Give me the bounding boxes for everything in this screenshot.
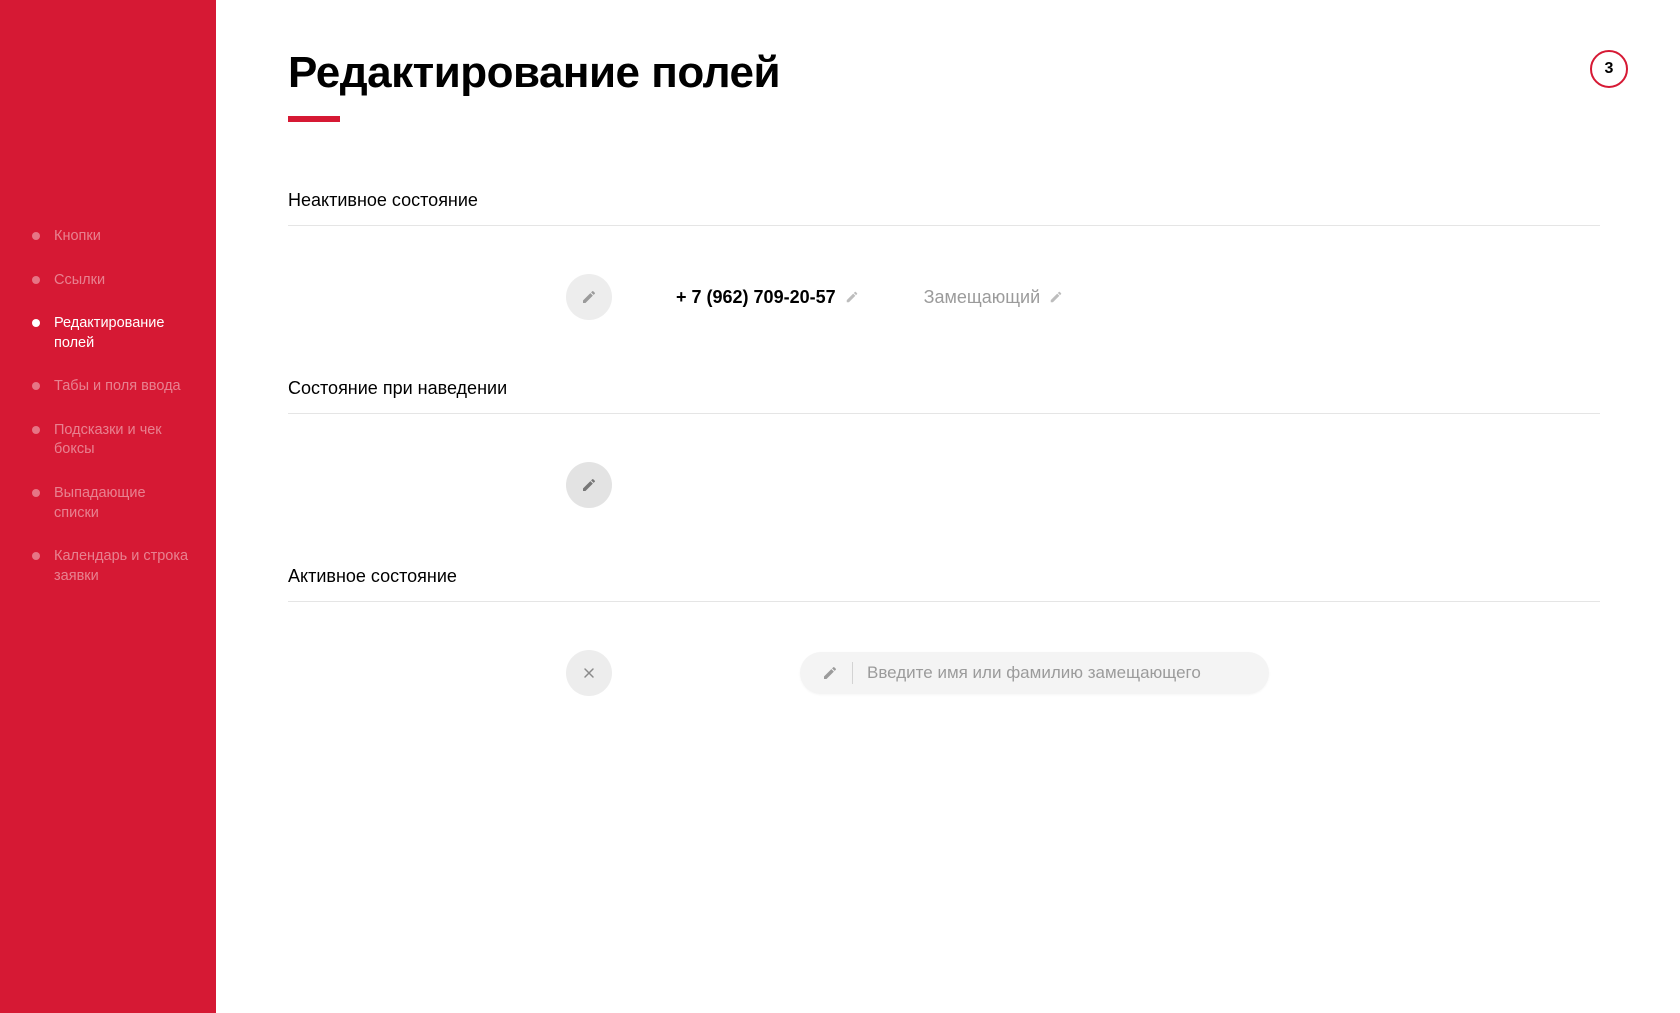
bullet-icon	[32, 552, 40, 560]
substitute-input-wrap[interactable]	[800, 652, 1269, 694]
bullet-icon	[32, 319, 40, 327]
bullet-icon	[32, 232, 40, 240]
section-title: Активное состояние	[288, 566, 1600, 602]
phone-field[interactable]: + 7 (962) 709-20-57	[676, 287, 860, 308]
section-body: + 7 (962) 709-20-57 Замещающий	[288, 226, 1600, 320]
substitute-label: Замещающий	[924, 287, 1041, 308]
sidebar-item-label: Подсказки и чек боксы	[54, 421, 194, 460]
bullet-icon	[32, 426, 40, 434]
sidebar-item-label: Табы и поля ввода	[54, 377, 181, 397]
substitute-input[interactable]	[867, 663, 1247, 683]
sidebar-item-buttons[interactable]: Кнопки	[0, 215, 216, 259]
close-circle-button[interactable]	[566, 650, 612, 696]
bullet-icon	[32, 489, 40, 497]
sidebar-item-links[interactable]: Ссылки	[0, 259, 216, 303]
edit-circle-button[interactable]	[566, 274, 612, 320]
sidebar-item-tabs-inputs[interactable]: Табы и поля ввода	[0, 365, 216, 409]
section-title: Состояние при наведении	[288, 378, 1600, 414]
section-body	[288, 414, 1600, 508]
title-underline	[288, 116, 340, 122]
page-title: Редактирование полей	[288, 48, 1600, 98]
sidebar-item-calendar-request[interactable]: Календарь и строка заявки	[0, 535, 216, 598]
sidebar-item-tooltips-checkboxes[interactable]: Подсказки и чек боксы	[0, 409, 216, 472]
sidebar: Кнопки Ссылки Редактирование полей Табы …	[0, 0, 216, 1013]
edit-circle-button-hover[interactable]	[566, 462, 612, 508]
sidebar-item-label: Кнопки	[54, 227, 101, 247]
pencil-icon	[844, 289, 860, 305]
pencil-icon	[581, 289, 597, 305]
pencil-icon	[581, 477, 597, 493]
page-number-badge: 3	[1590, 50, 1628, 88]
phone-value: + 7 (962) 709-20-57	[676, 287, 836, 308]
sidebar-item-label: Календарь и строка заявки	[54, 547, 194, 586]
sidebar-item-label: Ссылки	[54, 271, 105, 291]
sidebar-item-field-editing[interactable]: Редактирование полей	[0, 302, 216, 365]
section-title: Неактивное состояние	[288, 190, 1600, 226]
bullet-icon	[32, 382, 40, 390]
bullet-icon	[32, 276, 40, 284]
section-active-state: Активное состояние	[288, 566, 1600, 696]
close-icon	[581, 665, 597, 681]
section-hover-state: Состояние при наведении	[288, 378, 1600, 508]
sidebar-item-dropdowns[interactable]: Выпадающие списки	[0, 472, 216, 535]
main-content: Редактирование полей 3 Неактивное состоя…	[216, 0, 1680, 1013]
substitute-field[interactable]: Замещающий	[924, 287, 1065, 308]
sidebar-item-label: Выпадающие списки	[54, 484, 194, 523]
section-inactive-state: Неактивное состояние + 7 (962) 709-20-57…	[288, 190, 1600, 320]
sidebar-item-label: Редактирование полей	[54, 314, 194, 353]
pencil-icon	[1048, 289, 1064, 305]
section-body	[288, 602, 1600, 696]
pencil-icon	[822, 665, 838, 681]
input-divider	[852, 662, 853, 684]
